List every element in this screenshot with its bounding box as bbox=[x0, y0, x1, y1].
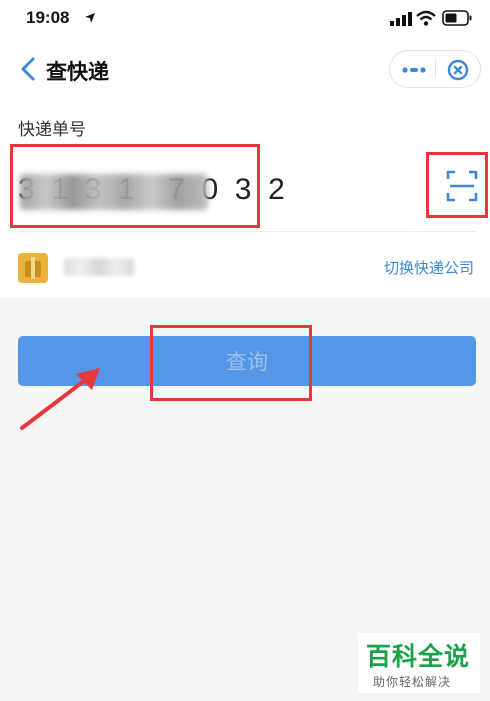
capsule-divider bbox=[435, 60, 436, 78]
page-title: 查快递 bbox=[46, 60, 109, 84]
watermark-title: 百科全说 bbox=[366, 642, 471, 671]
signal-icon bbox=[390, 12, 412, 26]
location-arrow-icon bbox=[85, 13, 95, 23]
nav-bar: 查快递 bbox=[0, 40, 490, 98]
query-card: 快递单号 切换快递公司 bbox=[0, 98, 490, 298]
more-icon[interactable] bbox=[402, 66, 426, 74]
back-icon[interactable] bbox=[18, 56, 38, 82]
tracking-number-label: 快递单号 bbox=[18, 120, 86, 140]
courier-name-blur bbox=[64, 258, 134, 276]
watermark: 百科全说 助你轻松解决 bbox=[358, 633, 480, 693]
status-bar: 19:08 bbox=[0, 0, 490, 40]
tracking-number-blur bbox=[20, 174, 208, 210]
battery-icon bbox=[442, 10, 472, 26]
switch-courier-link[interactable]: 切换快递公司 bbox=[384, 257, 474, 278]
divider bbox=[18, 231, 476, 232]
status-time: 19:08 bbox=[26, 8, 70, 27]
miniprogram-capsule bbox=[389, 50, 481, 88]
courier-logo bbox=[18, 253, 48, 283]
query-button[interactable]: 查询 bbox=[18, 336, 476, 386]
wifi-icon bbox=[416, 10, 436, 26]
scan-icon[interactable] bbox=[446, 170, 478, 202]
close-miniprogram-icon[interactable] bbox=[446, 58, 470, 82]
watermark-subtitle: 助你轻松解决 bbox=[373, 675, 452, 689]
